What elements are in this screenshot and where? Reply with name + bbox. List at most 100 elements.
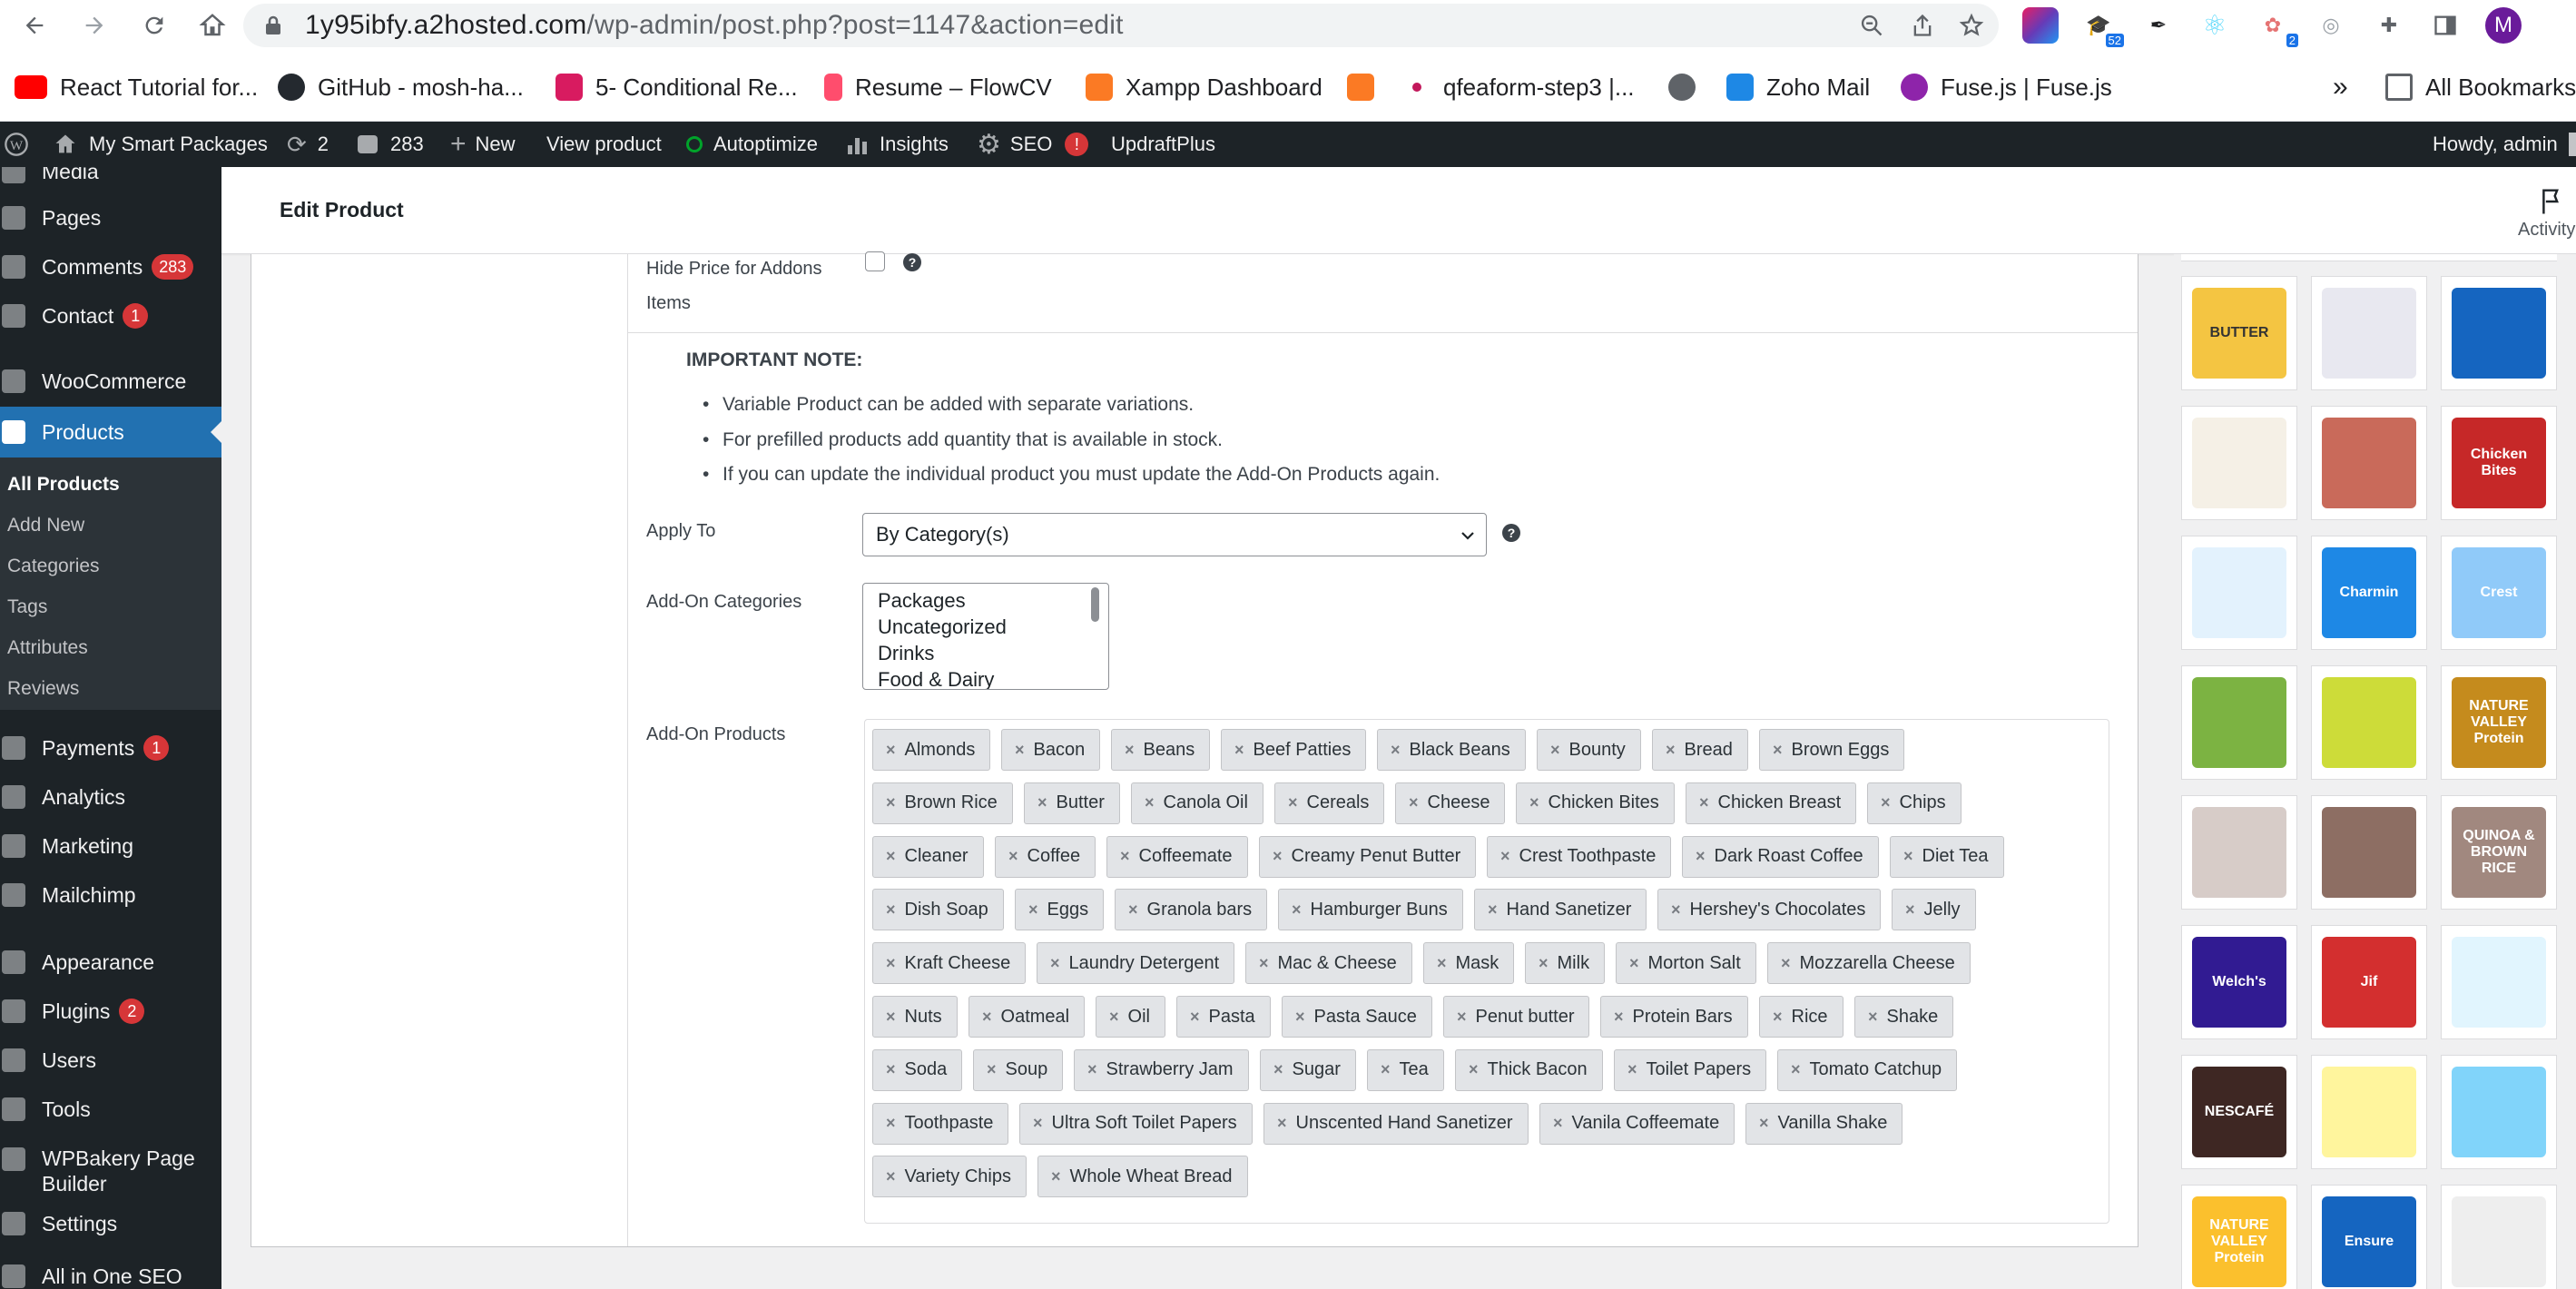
product-thumbnail[interactable] (2311, 665, 2427, 780)
updates-link[interactable]: ⟳ 2 (287, 122, 329, 167)
bookmark-item[interactable]: GitHub - mosh-ha... (278, 69, 524, 105)
product-chip[interactable]: × Thick Bacon (1455, 1048, 1603, 1091)
product-thumbnail[interactable]: Welch's (2181, 925, 2297, 1039)
sidebar-item-appearance[interactable]: Appearance (0, 944, 221, 980)
bookmark-item[interactable]: Resume – FlowCV (824, 69, 1052, 105)
sidebar-item-products[interactable]: Products (0, 407, 221, 458)
product-thumbnail[interactable]: NATURE VALLEY Protein (2181, 1185, 2297, 1289)
product-chip[interactable]: × Toothpaste (872, 1102, 1009, 1145)
product-thumbnail[interactable] (2441, 276, 2557, 390)
product-thumbnail[interactable] (2181, 795, 2297, 910)
product-chip[interactable]: × Kraft Cheese (872, 942, 1027, 985)
remove-chip-icon[interactable]: × (886, 741, 896, 760)
remove-chip-icon[interactable]: × (1868, 1008, 1878, 1027)
remove-chip-icon[interactable]: × (1488, 900, 1498, 920)
bookmark-item[interactable]: Fuse.js | Fuse.js (1901, 69, 2112, 105)
submenu-attributes[interactable]: Attributes (7, 637, 88, 659)
product-chip[interactable]: × Eggs (1015, 889, 1105, 931)
product-thumbnail[interactable]: Charmin (2311, 536, 2427, 650)
product-thumbnail[interactable] (2311, 1055, 2427, 1169)
submenu-add-new[interactable]: Add New (7, 515, 84, 536)
product-chip[interactable]: × Protein Bars (1600, 996, 1748, 1038)
remove-chip-icon[interactable]: × (1550, 741, 1560, 760)
product-chip[interactable]: × Mac & Cheese (1245, 942, 1412, 985)
extension-graduation-icon[interactable]: 🎓 52 (2080, 7, 2124, 47)
remove-chip-icon[interactable]: × (1015, 741, 1025, 760)
product-chip[interactable]: × Hershey's Chocolates (1657, 889, 1882, 931)
sidebar-item-contact[interactable]: Contact 1 (0, 298, 221, 334)
remove-chip-icon[interactable]: × (1553, 1114, 1563, 1133)
remove-chip-icon[interactable]: × (1050, 954, 1060, 973)
remove-chip-icon[interactable]: × (1903, 847, 1913, 866)
product-thumbnail[interactable] (2181, 536, 2297, 650)
forward-button[interactable] (76, 7, 113, 44)
remove-chip-icon[interactable]: × (1791, 1060, 1801, 1079)
remove-chip-icon[interactable]: × (1037, 793, 1047, 812)
remove-chip-icon[interactable]: × (886, 954, 896, 973)
reload-button[interactable] (136, 7, 172, 44)
zoom-icon[interactable] (1859, 13, 1884, 38)
product-chip[interactable]: × Creamy Penut Butter (1259, 835, 1477, 878)
sidebar-item-media[interactable]: Media (0, 167, 221, 185)
remove-chip-icon[interactable]: × (987, 1060, 997, 1079)
product-chip[interactable]: × Hand Sanetizer (1474, 889, 1647, 931)
updraftplus-link[interactable]: UpdraftPlus (1111, 122, 1215, 167)
product-chip[interactable]: × Tea (1367, 1048, 1444, 1091)
product-chip[interactable]: × Bounty (1537, 729, 1641, 771)
remove-chip-icon[interactable]: × (886, 1114, 896, 1133)
sidebar-item-mailchimp[interactable]: Mailchimp (0, 877, 221, 913)
all-bookmarks[interactable]: All Bookmarks (2385, 69, 2576, 105)
sidebar-item-wpbakery[interactable]: WPBakery Page Builder (0, 1146, 221, 1196)
addon-products-multiselect[interactable]: × Almonds × Bacon × Beans × Beef Patties × Black … (864, 719, 2109, 1224)
remove-chip-icon[interactable]: × (1773, 1008, 1783, 1027)
view-product-link[interactable]: View product (546, 122, 662, 167)
remove-chip-icon[interactable]: × (886, 793, 896, 812)
product-chip[interactable]: × Soda (872, 1048, 963, 1091)
bookmark-star-icon[interactable] (1959, 13, 1984, 38)
product-thumbnail[interactable] (2441, 925, 2557, 1039)
remove-chip-icon[interactable]: × (1881, 793, 1891, 812)
submenu-reviews[interactable]: Reviews (7, 678, 79, 700)
product-chip[interactable]: × Ultra Soft Toilet Papers (1019, 1102, 1253, 1145)
extension-colorpick-icon[interactable] (2022, 7, 2059, 44)
remove-chip-icon[interactable]: × (1259, 954, 1269, 973)
remove-chip-icon[interactable]: × (1629, 954, 1639, 973)
product-thumbnail[interactable] (2311, 406, 2427, 520)
bookmark-folder-icon[interactable] (1347, 69, 1387, 105)
bookmark-item[interactable]: 5- Conditional Re... (556, 69, 798, 105)
home-button[interactable] (194, 7, 231, 44)
product-chip[interactable]: × Chips (1867, 782, 1961, 824)
product-thumbnail[interactable] (2441, 1185, 2557, 1289)
seo-link[interactable]: ⚙ SEO! (977, 122, 1089, 167)
sidebar-item-woocommerce[interactable]: WooCommerce (0, 363, 221, 399)
remove-chip-icon[interactable]: × (1277, 1114, 1287, 1133)
remove-chip-icon[interactable]: × (1627, 1060, 1637, 1079)
product-thumbnail[interactable] (2181, 406, 2297, 520)
sidebar-item-comments[interactable]: Comments 283 (0, 249, 221, 285)
product-chip[interactable]: × Mask (1423, 942, 1515, 985)
product-thumbnail[interactable]: NATURE VALLEY Protein (2441, 665, 2557, 780)
product-chip[interactable]: × Penut butter (1443, 996, 1590, 1038)
extension-compass-icon[interactable]: ◎ (2313, 7, 2349, 44)
product-chip[interactable]: × Vanilla Shake (1745, 1102, 1903, 1145)
product-chip[interactable]: × Crest Toothpaste (1487, 835, 1672, 878)
remove-chip-icon[interactable]: × (1696, 847, 1706, 866)
remove-chip-icon[interactable]: × (886, 847, 896, 866)
product-chip[interactable]: × Strawberry Jam (1074, 1048, 1249, 1091)
help-icon[interactable]: ? (903, 253, 921, 271)
remove-chip-icon[interactable]: × (886, 1060, 896, 1079)
remove-chip-icon[interactable]: × (1500, 847, 1510, 866)
product-chip[interactable]: × Beans (1111, 729, 1211, 771)
product-chip[interactable]: × Shake (1854, 996, 1954, 1038)
site-name-link[interactable]: My Smart Packages (53, 122, 268, 167)
product-chip[interactable]: × Chicken Bites (1516, 782, 1675, 824)
bookmark-item[interactable]: React Tutorial for... (15, 69, 258, 105)
help-icon[interactable]: ? (1502, 524, 1520, 542)
bookmark-item[interactable]: Xampp Dashboard (1086, 69, 1322, 105)
remove-chip-icon[interactable]: × (886, 1167, 896, 1186)
remove-chip-icon[interactable]: × (1539, 954, 1549, 973)
globe-bookmark[interactable] (1668, 69, 1708, 105)
remove-chip-icon[interactable]: × (1288, 793, 1298, 812)
product-thumbnail[interactable]: NESCAFÉ (2181, 1055, 2297, 1169)
product-chip[interactable]: × Brown Rice (872, 782, 1013, 824)
